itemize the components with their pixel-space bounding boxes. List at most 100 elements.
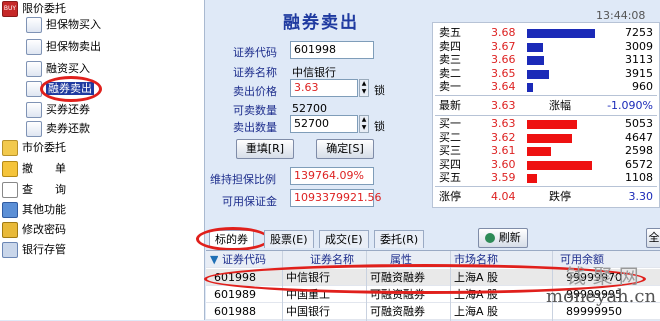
tree-item-query[interactable]: 查 询 bbox=[2, 181, 66, 199]
buy-level-row: 买二 3.62 4647 bbox=[433, 131, 660, 145]
price-stepper[interactable]: ▲ ▼ bbox=[359, 79, 369, 97]
buy-level-row: 买三 3.61 2598 bbox=[433, 144, 660, 158]
lock-label: 锁 bbox=[374, 84, 385, 97]
change-label: 涨幅 bbox=[549, 99, 571, 112]
tree-label: 撤 单 bbox=[22, 162, 66, 175]
tree-item-margin-buy[interactable]: 融资买入 bbox=[26, 60, 90, 78]
level-price: 3.63 bbox=[491, 117, 516, 130]
cell-attr: 可融资融券 bbox=[370, 305, 425, 318]
refresh-button[interactable]: 刷新 bbox=[478, 228, 528, 248]
key-icon bbox=[2, 222, 18, 238]
quote-panel: 卖五 3.68 7253 卖四 3.67 3009 卖三 3.66 3113 卖二 3.65 3915… bbox=[432, 22, 660, 208]
watermark-url: moneyah.cn bbox=[546, 286, 657, 307]
tree-item-market-order[interactable]: 市价委托 bbox=[2, 139, 66, 157]
level-volume-bar bbox=[527, 69, 549, 79]
level-name: 卖四 bbox=[439, 39, 461, 53]
name-value: 中信银行 bbox=[292, 66, 336, 79]
tree-item-other[interactable]: 其他功能 bbox=[2, 201, 66, 219]
folder-icon bbox=[2, 140, 18, 156]
level-volume-bar bbox=[527, 56, 544, 65]
tree-item-buy-to-return[interactable]: 买券还券 bbox=[26, 101, 90, 119]
level-name: 卖一 bbox=[439, 80, 461, 93]
sell-level-row: 卖三 3.66 3113 bbox=[433, 53, 660, 67]
level-price: 3.61 bbox=[491, 144, 516, 157]
tree-label: 银行存管 bbox=[22, 243, 66, 256]
buy-level-row: 买五 3.59 1108 bbox=[433, 171, 660, 185]
confirm-button[interactable]: 确定[S] bbox=[316, 139, 374, 159]
tree-label: 查 询 bbox=[22, 183, 66, 196]
reset-button[interactable]: 重填[R] bbox=[236, 139, 294, 159]
level-name: 买五 bbox=[439, 171, 461, 184]
level-volume: 960 bbox=[632, 80, 653, 93]
buy-sell-icon: BUY bbox=[2, 1, 18, 17]
code-input[interactable]: 601998 bbox=[290, 41, 374, 59]
level-price: 3.67 bbox=[491, 39, 516, 53]
level-volume: 3113 bbox=[625, 53, 653, 66]
buy-level-row: 买一 3.63 5053 bbox=[433, 117, 660, 131]
limit-down-label: 跌停 bbox=[549, 190, 571, 203]
tree-item-collateral-buy[interactable]: 担保物买入 bbox=[26, 16, 101, 34]
refresh-icon bbox=[485, 233, 496, 243]
level-volume: 1108 bbox=[625, 171, 653, 184]
margin-value: 1093379921.56 bbox=[290, 189, 381, 207]
lock-label: 锁 bbox=[374, 120, 385, 133]
level-volume-bar bbox=[527, 160, 592, 170]
highlight-circle bbox=[40, 76, 102, 102]
level-name: 卖五 bbox=[439, 26, 461, 39]
last-label: 最新 bbox=[439, 99, 461, 112]
level-volume-bar bbox=[527, 133, 572, 143]
change-value: -1.090% bbox=[607, 99, 653, 112]
level-name: 卖三 bbox=[439, 53, 461, 66]
cell-code: 601988 bbox=[214, 305, 256, 318]
tree-item-cancel[interactable]: 撤 单 bbox=[2, 160, 66, 178]
function-tree: BUY 限价委托 担保物买入 担保物卖出 融资买入 融券卖出 买券还券 卖券还款 … bbox=[0, 0, 205, 320]
qty-input[interactable]: 52700 bbox=[290, 115, 358, 133]
cell-name: 中国银行 bbox=[286, 305, 330, 318]
qty-label: 卖出数量 bbox=[233, 121, 277, 134]
tree-item-collateral-sell[interactable]: 担保物卖出 bbox=[26, 38, 101, 56]
tree-item-password[interactable]: 修改密码 bbox=[2, 221, 66, 239]
limit-up-value: 4.04 bbox=[491, 190, 516, 203]
limit-up-label: 涨停 bbox=[439, 190, 461, 203]
tree-item-bank[interactable]: 银行存管 bbox=[2, 241, 66, 259]
tab-stocks[interactable]: 股票(E) bbox=[264, 230, 314, 248]
level-price: 3.62 bbox=[491, 130, 516, 144]
tree-label: 其他功能 bbox=[22, 203, 66, 216]
page-title: 融券卖出 bbox=[283, 13, 359, 33]
document-icon bbox=[26, 39, 42, 55]
price-label: 卖出价格 bbox=[233, 85, 277, 98]
level-volume-bar bbox=[527, 147, 551, 156]
all-button[interactable]: 全 bbox=[646, 228, 660, 248]
tree-item-sell-to-repay[interactable]: 卖券还款 bbox=[26, 120, 90, 138]
tab-orders[interactable]: 委托(R) bbox=[374, 230, 425, 248]
tree-label: 担保物买入 bbox=[46, 18, 101, 31]
column-header[interactable]: 证券代码 bbox=[222, 251, 282, 268]
cell-market: 上海A 股 bbox=[454, 305, 499, 318]
level-volume-bar bbox=[527, 29, 595, 38]
level-name: 卖二 bbox=[439, 66, 461, 80]
tree-label: 融资买入 bbox=[46, 62, 90, 75]
sell-level-row: 卖二 3.65 3915 bbox=[433, 67, 660, 81]
buy-level-row: 买四 3.60 6572 bbox=[433, 158, 660, 172]
level-volume-bar bbox=[527, 120, 577, 129]
price-lock-checkbox[interactable]: 锁 bbox=[374, 82, 385, 98]
level-volume-bar bbox=[527, 42, 543, 52]
bank-icon bbox=[2, 242, 18, 258]
level-price: 3.65 bbox=[491, 66, 516, 80]
tree-label: 买券还券 bbox=[46, 103, 90, 116]
qty-lock-checkbox[interactable]: 锁 bbox=[374, 118, 385, 134]
divider bbox=[435, 95, 657, 96]
sell-level-row: 卖五 3.68 7253 bbox=[433, 26, 660, 40]
price-input[interactable]: 3.63 bbox=[290, 79, 358, 97]
qty-stepper[interactable]: ▲ ▼ bbox=[359, 115, 369, 133]
level-volume-bar bbox=[527, 83, 533, 92]
last-value: 3.63 bbox=[491, 99, 516, 112]
document-icon bbox=[26, 61, 42, 77]
level-volume: 5053 bbox=[625, 117, 653, 130]
tree-label: 限价委托 bbox=[22, 2, 66, 15]
name-label: 证券名称 bbox=[233, 66, 277, 79]
tab-deals[interactable]: 成交(E) bbox=[319, 230, 369, 248]
code-label: 证券代码 bbox=[233, 46, 277, 59]
limit-down-value: 3.30 bbox=[628, 190, 654, 203]
query-icon bbox=[2, 182, 18, 198]
